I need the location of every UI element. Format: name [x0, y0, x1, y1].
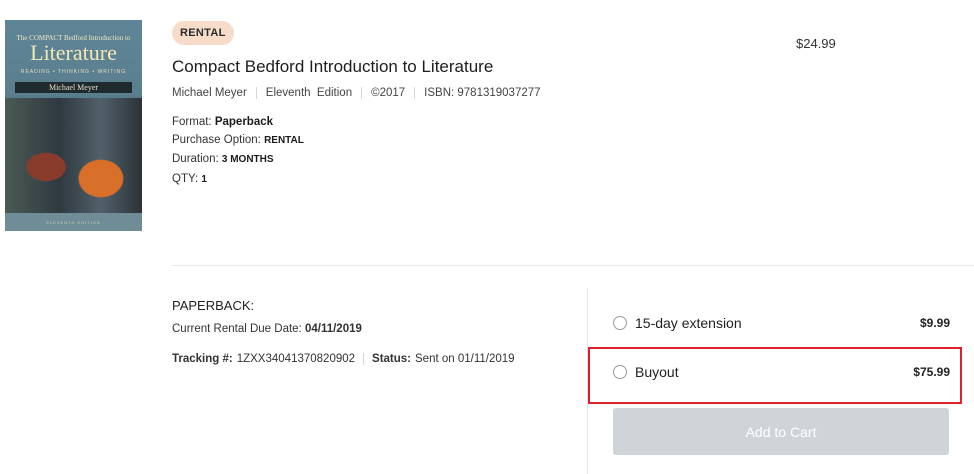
format-label: Format: — [172, 116, 212, 128]
option-price: $9.99 — [919, 316, 950, 330]
cover-subtitle: READING • THINKING • WRITING — [20, 69, 127, 75]
product-title: Compact Bedford Introduction to Literatu… — [172, 57, 494, 76]
purchase-option-label: Purchase Option: — [172, 134, 261, 146]
option-label: Buyout — [635, 364, 679, 380]
purchase-option-line: Purchase Option: RENTAL — [172, 134, 304, 146]
cover-artwork — [5, 98, 142, 213]
due-date-line: Current Rental Due Date: 04/11/2019 — [172, 323, 362, 335]
qty-label: QTY: — [172, 173, 199, 185]
tracking-divider — [363, 353, 365, 365]
status-value: Sent on 01/11/2019 — [415, 353, 515, 365]
item-price: $24.99 — [796, 36, 836, 51]
meta-divider — [255, 87, 257, 99]
cover-author: Michael Meyer — [15, 82, 132, 93]
radio-button[interactable] — [613, 365, 627, 379]
edition: Eleventh Edition — [265, 87, 353, 99]
due-date-value: 04/11/2019 — [304, 323, 362, 335]
option-price: $75.99 — [913, 365, 950, 379]
isbn: ISBN: 9781319037277 — [424, 87, 541, 99]
status-label: Status: — [372, 353, 412, 365]
radio-button[interactable] — [613, 316, 627, 330]
option-buyout[interactable]: Buyout $75.99 — [613, 360, 950, 384]
meta-divider — [414, 87, 416, 99]
due-date-label: Current Rental Due Date: — [172, 323, 302, 335]
purchase-option-value: RENTAL — [264, 135, 304, 146]
rental-badge: RENTAL — [172, 21, 234, 45]
format-line: Format: Paperback — [172, 116, 273, 128]
qty-line: QTY: 1 — [172, 173, 207, 185]
section-divider — [172, 265, 974, 266]
tracking-line: Tracking #: 1ZXX34041370820902 Status: S… — [172, 353, 515, 365]
add-to-cart-button[interactable]: Add to Cart — [613, 408, 949, 455]
rental-type-label: PAPERBACK: — [172, 298, 255, 313]
meta-divider — [361, 87, 363, 99]
duration-value: 3 MONTHS — [221, 154, 274, 165]
product-meta: Michael Meyer Eleventh Edition ©2017 ISB… — [172, 87, 541, 99]
book-cover-image: The COMPACT Bedford Introduction to Lite… — [5, 20, 142, 231]
tracking-label: Tracking #: — [172, 353, 233, 365]
format-value: Paperback — [214, 116, 274, 128]
cover-title: Literature — [30, 40, 117, 65]
author: Michael Meyer — [172, 87, 247, 99]
copyright-year: ©2017 — [371, 87, 406, 99]
cover-edition: ELEVENTH EDITION — [46, 220, 101, 225]
qty-value: 1 — [201, 174, 207, 185]
duration-label: Duration: — [172, 153, 219, 165]
option-15-day-extension[interactable]: 15-day extension $9.99 — [613, 311, 950, 335]
option-label: 15-day extension — [635, 315, 742, 331]
tracking-number: 1ZXX34041370820902 — [236, 353, 356, 365]
duration-line: Duration: 3 MONTHS — [172, 153, 274, 165]
